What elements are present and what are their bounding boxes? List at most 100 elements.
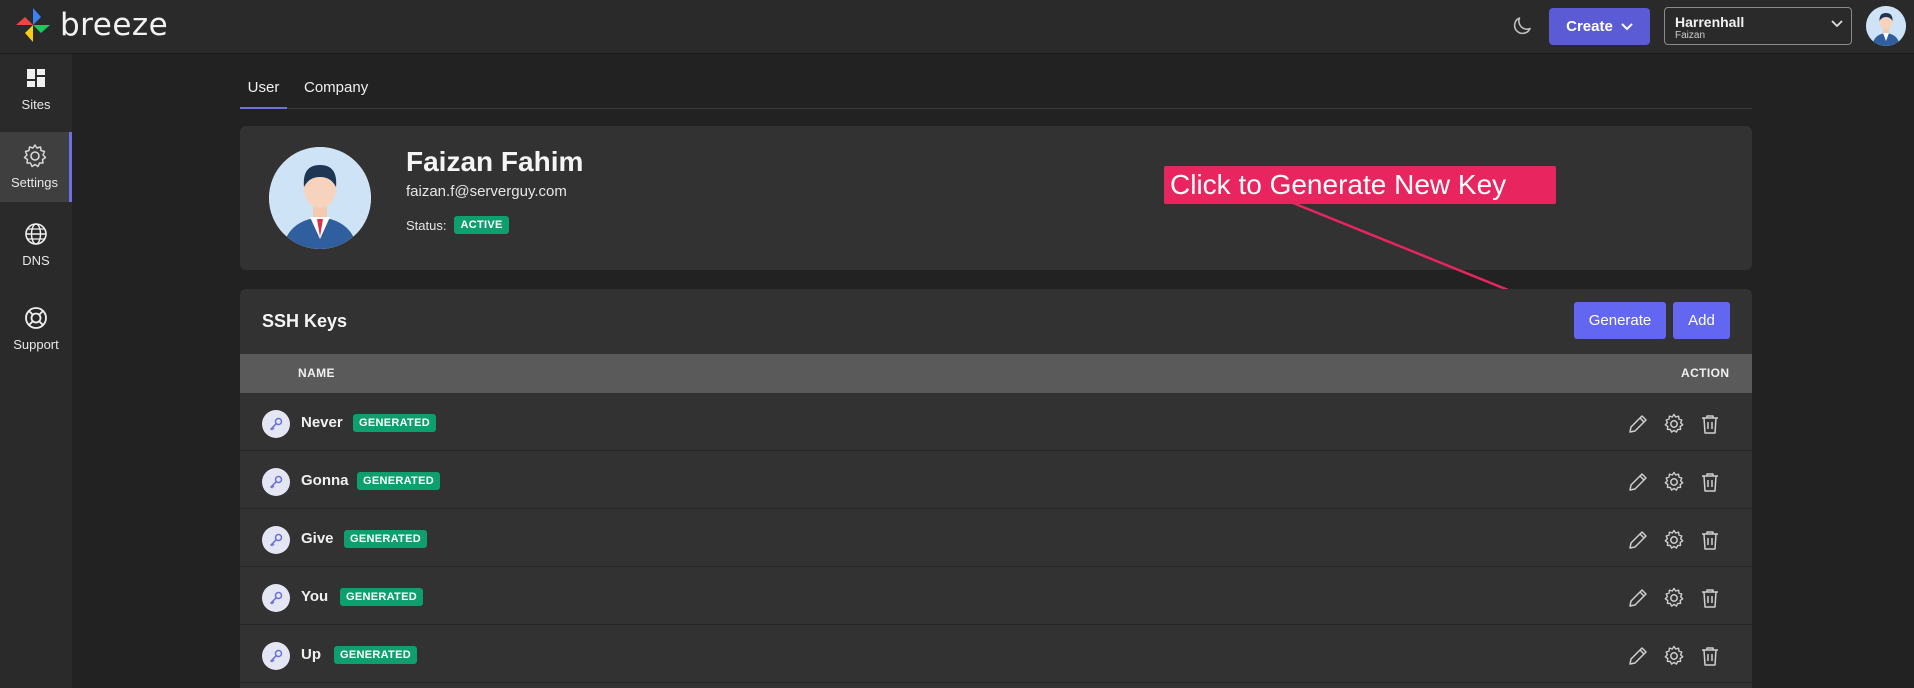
sidebar-item-label: Sites (21, 97, 51, 112)
key-icon (269, 417, 283, 431)
key-avatar (262, 410, 290, 438)
pencil-icon (1629, 531, 1647, 549)
key-icon (269, 591, 283, 605)
trash-icon (1702, 473, 1718, 492)
profile-avatar (269, 147, 371, 249)
sidebar-item-dns[interactable]: DNS (0, 210, 72, 280)
key-name: You (301, 588, 329, 605)
generated-badge: GENERATED (334, 646, 417, 664)
row-actions (1626, 644, 1722, 668)
key-icon (269, 475, 283, 489)
annotation-callout: Click to Generate New Key (1164, 166, 1556, 204)
pencil-icon (1629, 415, 1647, 433)
sidebar-item-sites[interactable]: Sites (0, 54, 72, 124)
generate-button[interactable]: Generate (1574, 302, 1666, 339)
column-header-action: ACTION (1681, 366, 1730, 380)
key-avatar (262, 642, 290, 670)
pencil-icon (1629, 647, 1647, 665)
trash-icon (1702, 589, 1718, 608)
gear-icon (23, 144, 46, 168)
key-icon (269, 649, 283, 663)
create-button[interactable]: Create (1549, 8, 1650, 45)
trash-icon (1702, 531, 1718, 550)
delete-button[interactable] (1698, 470, 1722, 494)
add-button[interactable]: Add (1673, 302, 1730, 339)
grid-icon (27, 69, 45, 87)
key-avatar (262, 584, 290, 612)
generated-badge: GENERATED (353, 414, 436, 432)
settings-button[interactable] (1662, 470, 1686, 494)
edit-button[interactable] (1626, 586, 1650, 610)
settings-button[interactable] (1662, 412, 1686, 436)
row-actions (1626, 412, 1722, 436)
settings-button[interactable] (1662, 528, 1686, 552)
table-header: NAME ACTION (240, 354, 1752, 393)
edit-button[interactable] (1626, 412, 1650, 436)
column-header-name: NAME (298, 366, 335, 380)
table-row: Give GENERATED (240, 509, 1752, 567)
key-avatar (262, 468, 290, 496)
tab-company[interactable]: Company (304, 66, 368, 107)
avatar-icon (269, 147, 371, 249)
delete-button[interactable] (1698, 412, 1722, 436)
profile-name: Faizan Fahim (406, 146, 584, 177)
user-avatar[interactable] (1866, 6, 1906, 46)
app-name: breeze (60, 7, 169, 43)
trash-icon (1702, 647, 1718, 666)
gear-icon (1664, 471, 1684, 491)
key-name: Give (301, 530, 334, 547)
lifebuoy-icon (25, 307, 47, 329)
sidebar-item-label: DNS (22, 253, 50, 268)
edit-button[interactable] (1626, 644, 1650, 668)
profile-status: Status: ACTIVE (406, 216, 509, 234)
settings-tabs: User Company (240, 66, 1752, 109)
gear-icon (1664, 587, 1684, 607)
delete-button[interactable] (1698, 528, 1722, 552)
chevron-down-icon (1831, 20, 1843, 28)
edit-button[interactable] (1626, 528, 1650, 552)
globe-icon (25, 223, 47, 245)
profile-email: faizan.f@serverguy.com (406, 183, 567, 200)
status-label: Status: (406, 217, 447, 233)
row-actions (1626, 528, 1722, 552)
generated-badge: GENERATED (340, 588, 423, 606)
pencil-icon (1629, 473, 1647, 491)
key-icon (269, 533, 283, 547)
settings-button[interactable] (1662, 644, 1686, 668)
chevron-down-icon (1621, 22, 1633, 30)
sidebar-item-label: Settings (11, 175, 58, 190)
generated-badge: GENERATED (344, 530, 427, 548)
moon-icon (1513, 17, 1531, 35)
trash-icon (1702, 415, 1718, 434)
row-actions (1626, 470, 1722, 494)
organization-select[interactable]: Harrenhall Faizan (1664, 7, 1852, 45)
sidebar-item-support[interactable]: Support (0, 294, 72, 364)
delete-button[interactable] (1698, 644, 1722, 668)
row-actions (1626, 586, 1722, 610)
ssh-keys-card: SSH Keys Generate Add NAME ACTION Never G… (240, 289, 1752, 688)
dark-mode-toggle[interactable] (1510, 14, 1534, 38)
gear-icon (1664, 413, 1684, 433)
organization-user: Faizan (1675, 30, 1706, 41)
table-row: Never GENERATED (240, 393, 1752, 451)
status-badge: ACTIVE (454, 216, 509, 234)
sidebar-item-label: Support (13, 337, 59, 352)
delete-button[interactable] (1698, 586, 1722, 610)
pencil-icon (1629, 589, 1647, 607)
key-name: Up (301, 646, 321, 663)
tab-user[interactable]: User (240, 66, 287, 109)
avatar-icon (1866, 6, 1906, 46)
create-button-label: Create (1566, 18, 1613, 35)
sidebar: Sites Settings DNS Support (0, 54, 72, 688)
organization-name: Harrenhall (1675, 14, 1745, 30)
app-logo[interactable]: breeze (14, 6, 168, 44)
table-row: Up GENERATED (240, 625, 1752, 683)
settings-button[interactable] (1662, 586, 1686, 610)
sidebar-item-settings[interactable]: Settings (0, 132, 72, 202)
gear-icon (1664, 645, 1684, 665)
key-name: Never (301, 414, 343, 431)
key-name: Gonna (301, 472, 349, 489)
generated-badge: GENERATED (357, 472, 440, 490)
key-avatar (262, 526, 290, 554)
edit-button[interactable] (1626, 470, 1650, 494)
